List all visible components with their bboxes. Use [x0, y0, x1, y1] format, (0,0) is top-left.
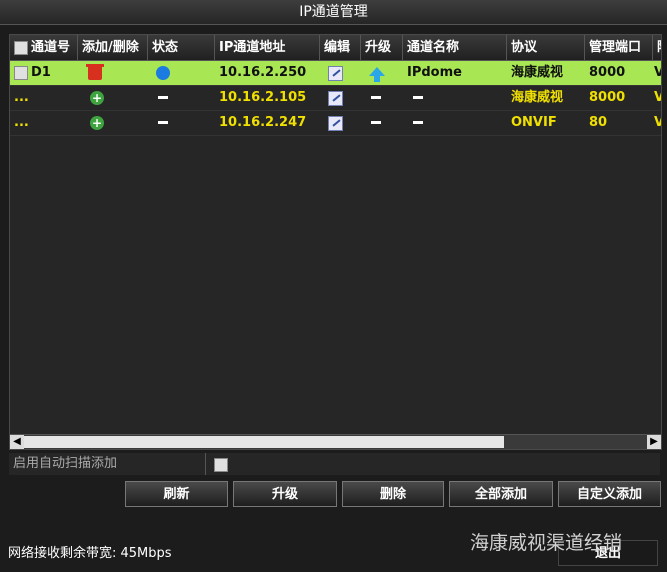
table-header: 通道号 添加/删除 状态 IP通道地址 编辑 升级 通道名称 协议 管理端口 阿	[10, 35, 661, 61]
protocol: 海康威视	[511, 65, 564, 80]
col-header-add-delete[interactable]: 添加/删除	[78, 35, 148, 60]
select-all-checkbox[interactable]	[14, 40, 28, 55]
col-header-edit[interactable]: 编辑	[320, 35, 361, 60]
name-dash	[413, 96, 423, 99]
channel-number: ...	[14, 90, 29, 105]
col-header-ip[interactable]: IP通道地址	[215, 35, 320, 60]
upgrade-arrow-icon[interactable]	[369, 67, 385, 82]
scroll-left-icon[interactable]: ◀	[10, 435, 24, 449]
auto-scan-row: 启用自动扫描添加	[9, 453, 660, 475]
col-header-status[interactable]: 状态	[148, 35, 215, 60]
auto-scan-checkbox[interactable]	[214, 458, 228, 472]
refresh-button[interactable]: 刷新	[125, 481, 228, 507]
horizontal-scrollbar[interactable]: ◀ ▶	[10, 434, 661, 449]
edit-icon[interactable]	[328, 91, 343, 106]
upgrade-button[interactable]: 升级	[233, 481, 337, 507]
channel-number: D1	[31, 65, 51, 80]
col-header-protocol[interactable]: 协议	[507, 35, 585, 60]
channel-table: 通道号 添加/删除 状态 IP通道地址 编辑 升级 通道名称 协议 管理端口 阿…	[9, 34, 662, 450]
ip-address: 10.16.2.105	[219, 90, 307, 105]
ip-address: 10.16.2.247	[219, 115, 307, 130]
custom-add-button[interactable]: 自定义添加	[558, 481, 661, 507]
table-row[interactable]: ... + 10.16.2.247 ONVIF 80 V	[10, 111, 661, 136]
col-header-upgrade[interactable]: 升级	[361, 35, 403, 60]
delete-button[interactable]: 删除	[342, 481, 444, 507]
ip-address: 10.16.2.250	[219, 65, 307, 80]
name-dash	[413, 121, 423, 124]
extra-value: V	[653, 61, 661, 85]
add-all-button[interactable]: 全部添加	[449, 481, 553, 507]
row-checkbox[interactable]	[14, 65, 28, 80]
management-port: 80	[589, 115, 608, 130]
bandwidth-status: 网络接收剩余带宽: 45Mbps	[8, 546, 172, 561]
management-port: 8000	[589, 90, 626, 105]
auto-scan-label: 启用自动扫描添加	[13, 456, 118, 471]
channel-name: IPdome	[407, 65, 462, 80]
table-row[interactable]: ... + 10.16.2.105 海康威视 8000 V	[10, 86, 661, 111]
status-dash	[158, 96, 168, 99]
extra-value: V	[653, 86, 661, 110]
col-header-name[interactable]: 通道名称	[403, 35, 507, 60]
watermark-text: 海康威视渠道经销	[470, 532, 623, 554]
divider	[205, 453, 206, 475]
col-header-port[interactable]: 管理端口	[585, 35, 653, 60]
trash-icon[interactable]	[86, 64, 104, 80]
scroll-right-icon[interactable]: ▶	[647, 435, 661, 449]
window-title: IP通道管理	[0, 0, 667, 25]
col-header-more[interactable]: 阿	[653, 35, 661, 60]
extra-value: V	[653, 111, 661, 135]
add-icon[interactable]: +	[90, 116, 104, 130]
protocol: 海康威视	[511, 90, 564, 105]
channel-number: ...	[14, 115, 29, 130]
upgrade-dash	[371, 121, 381, 124]
table-row[interactable]: D1 10.16.2.250 IPdome 海康威视 8000 V	[10, 61, 661, 86]
status-dash	[158, 121, 168, 124]
online-dot-icon	[156, 66, 170, 80]
edit-icon[interactable]	[328, 66, 343, 81]
scroll-thumb[interactable]	[24, 436, 504, 448]
edit-icon[interactable]	[328, 116, 343, 131]
management-port: 8000	[589, 65, 626, 80]
protocol: ONVIF	[511, 115, 557, 130]
upgrade-dash	[371, 96, 381, 99]
col-header-channel[interactable]: 通道号	[10, 35, 78, 60]
add-icon[interactable]: +	[90, 91, 104, 105]
